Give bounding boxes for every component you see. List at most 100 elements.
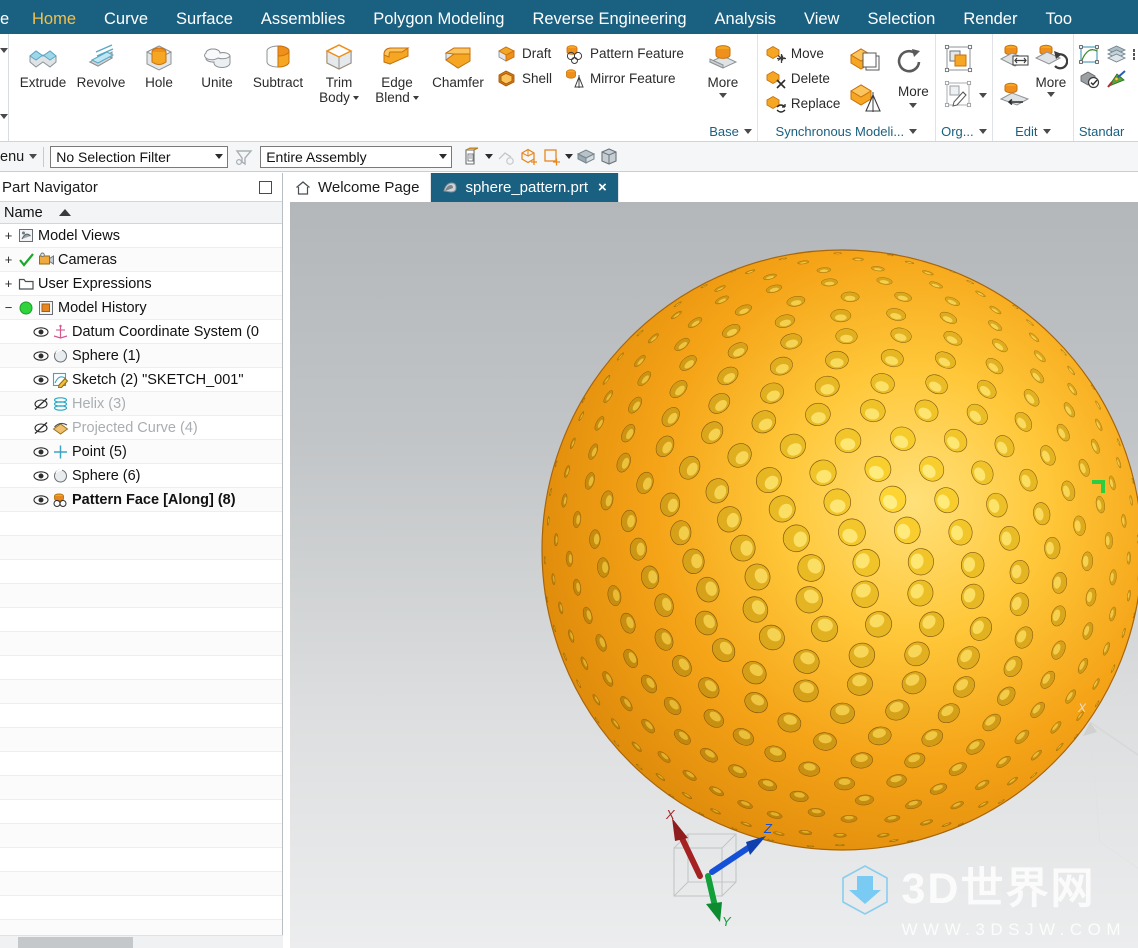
mirror-feature-button[interactable]: Mirror Feature <box>562 67 688 90</box>
reorder-feature-icon[interactable] <box>998 77 1032 111</box>
shell-button[interactable]: Shell <box>494 67 556 90</box>
wcs-dynamics-icon[interactable] <box>1106 68 1127 89</box>
base-more-button[interactable]: More <box>694 38 752 98</box>
ribbon-tab-surface[interactable]: Surface <box>162 10 247 35</box>
part-navigator-horizontal-scrollbar[interactable] <box>0 935 283 948</box>
ribbon-tab-curve[interactable]: Curve <box>90 10 162 35</box>
selection-filter-dropdown-icon[interactable] <box>215 154 224 159</box>
sync-group-expand-icon[interactable] <box>909 129 918 134</box>
selection-scope-dropdown-icon[interactable] <box>439 154 448 159</box>
part-navigator-column-header[interactable]: Name <box>0 201 282 224</box>
base-group-expand-icon[interactable] <box>743 129 752 134</box>
copy-face-icon[interactable] <box>848 43 882 77</box>
tree-item-cameras[interactable]: + Cameras <box>0 248 282 272</box>
visibility-hidden-icon[interactable] <box>33 397 49 411</box>
mirror-face-icon[interactable] <box>848 81 882 115</box>
ribbon-tab-polygon-modeling[interactable]: Polygon Modeling <box>359 10 518 35</box>
sort-ascending-icon[interactable] <box>58 209 71 216</box>
edge-blend-dropdown-icon[interactable] <box>412 96 419 101</box>
trim-body-button[interactable]: Trim Body <box>310 38 368 105</box>
shaded-icon[interactable] <box>576 147 596 167</box>
expander-icon[interactable]: + <box>2 253 15 266</box>
tree-item-point-5[interactable]: Point (5) <box>0 440 282 464</box>
subtract-button[interactable]: Subtract <box>246 38 310 91</box>
doc-tab-sphere-pattern[interactable]: sphere_pattern.prt × <box>431 173 619 202</box>
menu-dropdown-icon[interactable] <box>29 154 38 159</box>
tree-item-datum-csys[interactable]: Datum Coordinate System (0 <box>0 320 282 344</box>
trim-body-dropdown-icon[interactable] <box>352 96 359 101</box>
shaded-edges-icon[interactable] <box>599 147 619 167</box>
organize-group-expand-icon[interactable] <box>978 129 987 134</box>
hole-button[interactable]: Hole <box>130 38 188 91</box>
ribbon-scroll-down-icon[interactable] <box>0 114 8 119</box>
selection-filter-icon[interactable] <box>234 147 254 167</box>
tree-item-model-history[interactable]: − Model History <box>0 296 282 320</box>
resize-face-icon[interactable] <box>890 43 924 77</box>
edit-group-icon[interactable] <box>941 78 975 112</box>
menu-button[interactable]: enu <box>0 149 38 165</box>
group-face-icon[interactable] <box>941 42 975 76</box>
base-more-dropdown-icon[interactable] <box>718 92 727 98</box>
unite-button[interactable]: Unite <box>188 38 246 91</box>
revolve-button[interactable]: Revolve <box>72 38 130 91</box>
standard-overflow-dots-icon[interactable] <box>1132 49 1136 60</box>
visibility-eye-icon[interactable] <box>33 349 49 363</box>
graphics-viewport[interactable]: X Z Y X <box>290 202 1138 948</box>
ribbon-scroll-up-icon[interactable] <box>0 48 8 53</box>
close-icon[interactable]: × <box>598 179 607 196</box>
suppress-feature-icon[interactable] <box>1034 41 1069 75</box>
tree-item-user-expressions[interactable]: + User Expressions <box>0 272 282 296</box>
sync-more-dropdown-icon[interactable] <box>909 102 918 108</box>
ribbon-scroll-arrows[interactable] <box>0 34 9 141</box>
orientation-triad[interactable]: X Z Y <box>642 800 782 930</box>
selection-scope-combo[interactable]: Entire Assembly <box>260 145 453 168</box>
visibility-eye-icon[interactable] <box>33 493 49 507</box>
selection-filter-combo[interactable]: No Selection Filter <box>50 145 229 168</box>
ribbon-tab-selection[interactable]: Selection <box>853 10 949 35</box>
move-face-button[interactable]: Move <box>763 42 845 65</box>
tree-item-helix-3[interactable]: Helix (3) <box>0 392 282 416</box>
tree-item-pattern-face-8[interactable]: Pattern Face [Along] (8) <box>0 488 282 512</box>
edit-group-expand-icon[interactable] <box>1042 129 1051 134</box>
ribbon-tab-view[interactable]: View <box>790 10 853 35</box>
tree-item-sketch-2[interactable]: Sketch (2) "SKETCH_001" <box>0 368 282 392</box>
tree-item-sphere-1[interactable]: Sphere (1) <box>0 344 282 368</box>
chamfer-button[interactable]: Chamfer <box>426 38 490 91</box>
tree-item-projected-curve-4[interactable]: Projected Curve (4) <box>0 416 282 440</box>
ribbon-tab-render[interactable]: Render <box>949 10 1031 35</box>
organize-more-dropdown-icon[interactable] <box>978 92 987 98</box>
layer-settings-icon[interactable] <box>1106 44 1127 65</box>
draft-button[interactable]: Draft <box>494 42 556 65</box>
extrude-button[interactable]: Extrude <box>14 38 72 91</box>
delete-face-button[interactable]: Delete <box>763 67 845 90</box>
ribbon-tab-home[interactable]: Home <box>18 10 90 37</box>
visibility-hidden-icon[interactable] <box>33 421 49 435</box>
snap-point-dropdown-caret-icon[interactable] <box>485 154 494 159</box>
visibility-eye-icon[interactable] <box>33 445 49 459</box>
visibility-eye-icon[interactable] <box>33 325 49 339</box>
ribbon-tab-clipped[interactable]: e <box>0 11 18 35</box>
ribbon-tab-tools[interactable]: Too <box>1031 10 1086 35</box>
point-on-face-dropdown-icon[interactable] <box>565 154 574 159</box>
ribbon-tab-reverse-engineering[interactable]: Reverse Engineering <box>518 10 700 35</box>
snap-point-dropdown-icon[interactable] <box>462 147 482 167</box>
ribbon-tab-analysis[interactable]: Analysis <box>701 10 790 35</box>
edit-more-dropdown-icon[interactable] <box>1046 92 1055 97</box>
move-object-icon[interactable] <box>1079 68 1100 89</box>
sketch-section-icon[interactable] <box>1078 44 1100 65</box>
tree-item-sphere-6[interactable]: Sphere (6) <box>0 464 282 488</box>
replace-face-button[interactable]: Replace <box>763 92 845 115</box>
visibility-eye-icon[interactable] <box>33 469 49 483</box>
edge-blend-button[interactable]: Edge Blend <box>368 38 426 105</box>
expander-icon[interactable]: + <box>2 229 15 242</box>
point-on-face-icon[interactable] <box>542 147 562 167</box>
tree-item-model-views[interactable]: + Model Views <box>0 224 282 248</box>
doc-tab-welcome-page[interactable]: Welcome Page <box>284 173 432 202</box>
ribbon-tab-assemblies[interactable]: Assemblies <box>247 10 359 35</box>
pattern-feature-button[interactable]: Pattern Feature <box>562 42 688 65</box>
pin-icon[interactable] <box>259 180 272 194</box>
visibility-eye-icon[interactable] <box>33 373 49 387</box>
scrollbar-thumb[interactable] <box>18 937 133 948</box>
expander-icon[interactable]: − <box>2 301 15 314</box>
expander-icon[interactable]: + <box>2 277 15 290</box>
